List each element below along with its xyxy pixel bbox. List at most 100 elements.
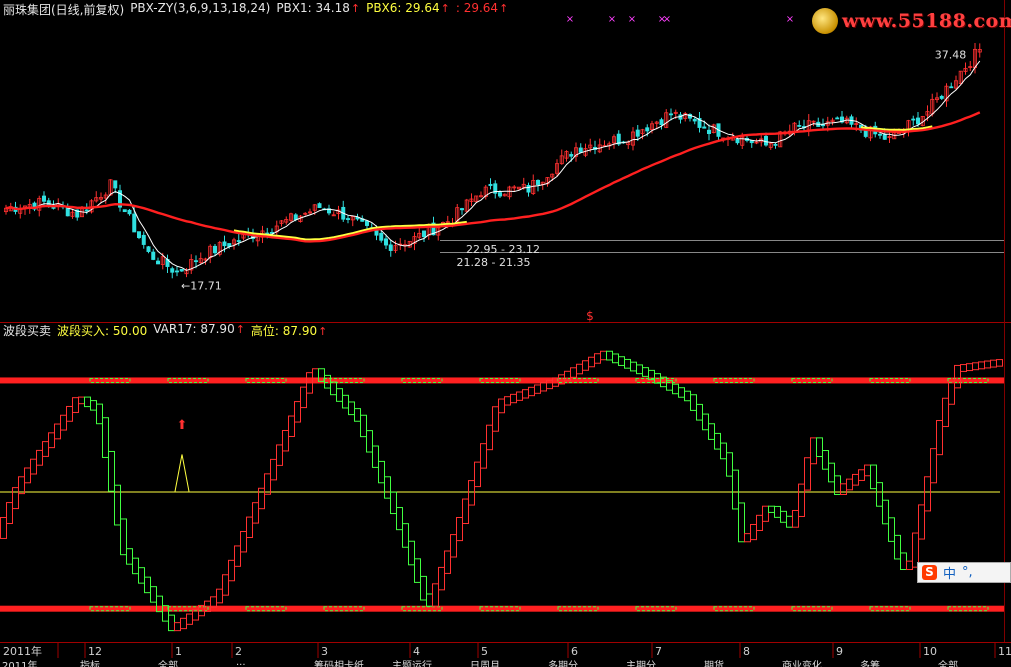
candle-body [669, 113, 674, 116]
oscillator-step [954, 364, 961, 389]
candle-body [702, 126, 707, 129]
oscillator-step [462, 498, 469, 525]
candle-body [383, 238, 388, 246]
oscillator-step [894, 534, 901, 560]
oscillator-step [246, 516, 253, 539]
signal-x-marker: × [566, 14, 574, 25]
bottom-tab[interactable]: 指标 [80, 660, 100, 667]
oscillator-step [138, 567, 145, 584]
candle-body [939, 95, 944, 99]
oscillator-step [72, 397, 79, 413]
oscillator-step [744, 533, 751, 543]
candle-body [293, 214, 298, 221]
candle-body [911, 118, 916, 121]
oscillator-step [522, 389, 529, 399]
up-arrow-icon: ↑ [350, 2, 361, 15]
oscillator-step [6, 502, 13, 525]
candle-body [374, 230, 379, 236]
oscillator-step [918, 504, 925, 540]
bottom-tab[interactable]: 全部 [938, 660, 958, 667]
oscillator-step [498, 398, 505, 414]
oscillator-step [678, 387, 685, 398]
bottom-tab[interactable]: ... [236, 660, 246, 667]
bottom-tab[interactable]: 期货 [704, 660, 724, 667]
oscillator [0, 350, 1003, 632]
var17-label: VAR17: 87.90↑ [153, 322, 245, 336]
x-tick-label: 9 [836, 645, 843, 658]
candle-body [569, 154, 574, 157]
candle-body [141, 234, 146, 245]
bottom-tab[interactable]: 商业变化 [782, 660, 822, 667]
oscillator-step [366, 430, 373, 453]
oscillator-step [222, 574, 229, 596]
oscillator-step [312, 368, 319, 380]
oscillator-step [978, 361, 985, 370]
oscillator-step [840, 483, 847, 496]
candle-body [949, 86, 954, 89]
oscillator-step [702, 413, 709, 431]
indicator-header: 波段买卖 波段买入: 50.00 VAR17: 87.90↑ 高位: 87.90… [3, 322, 327, 339]
ime-punct[interactable]: °, [962, 565, 973, 580]
oscillator-step [444, 550, 451, 574]
oscillator-step [120, 518, 127, 556]
oscillator-step [774, 505, 781, 518]
oscillator-step [414, 558, 421, 583]
ime-toolbar[interactable]: S 中 °, [917, 562, 1011, 583]
oscillator-step [60, 414, 67, 431]
ma-long-line [5, 111, 981, 243]
x-tick-label: 1 [175, 645, 182, 658]
oscillator-step [270, 458, 277, 481]
oscillator-step [474, 461, 481, 488]
oscillator-step [54, 423, 61, 440]
oscillator-step [36, 449, 43, 466]
oscillator-step [636, 364, 643, 375]
bottom-tab[interactable]: 全部 [158, 660, 178, 667]
price-annotation: 21.28 - 21.35 [457, 256, 531, 269]
oscillator-step [690, 394, 697, 411]
high-label: 高位: 87.90↑ [250, 324, 328, 338]
bottom-tab[interactable]: 主题运行 [392, 660, 432, 667]
oscillator-step [804, 457, 811, 491]
candle-body [916, 117, 921, 125]
oscillator-step [726, 452, 733, 477]
oscillator-step [570, 367, 577, 378]
oscillator-step [48, 432, 55, 449]
candle-body [127, 209, 132, 215]
ime-lang[interactable]: 中 [943, 563, 956, 582]
oscillator-step [18, 476, 25, 495]
x-tick-label: 6 [571, 645, 578, 658]
bottom-tab[interactable]: 多期分 [548, 660, 578, 667]
bottom-tab[interactable]: 多筹 [860, 660, 880, 667]
oscillator-step [114, 484, 121, 526]
bottom-tab[interactable]: 2011年 [2, 660, 37, 667]
oscillator-step [372, 445, 379, 468]
logo-text: www.55188.com [842, 10, 1011, 32]
oscillator-step [252, 502, 259, 524]
oscillator-step [846, 478, 853, 491]
candle-body [155, 260, 160, 265]
candle-body [388, 244, 393, 251]
candle-body [735, 138, 740, 144]
bottom-tab[interactable]: 日周月 [470, 660, 500, 667]
site-logo: www.55188.com [812, 8, 1011, 38]
oscillator-step [456, 517, 463, 542]
bottom-tab[interactable]: 主期分 [626, 660, 656, 667]
bottom-tab[interactable]: 筹码相卡纸 [314, 660, 364, 667]
candle-body [379, 232, 384, 241]
price-header: 丽珠集团(日线,前复权) PBX-ZY(3,6,9,13,18,24) PBX1… [3, 1, 508, 18]
oscillator-step [630, 361, 637, 372]
oscillator-step [786, 515, 793, 528]
oscillator-step [858, 469, 865, 481]
oscillator-step [180, 617, 187, 630]
oscillator-step [750, 523, 757, 541]
oscillator-step [30, 458, 37, 475]
bottom-tabs: 2011年 指标 全部... 筹码相卡纸 主题运行 日周月 多期分 主期分 期货 商业变化 多筹 全部 [0, 660, 1011, 667]
oscillator-step [144, 576, 151, 594]
oscillator-step [852, 473, 859, 486]
candle-body [659, 119, 664, 126]
oscillator-step [294, 401, 301, 423]
ime-logo-icon[interactable]: S [922, 565, 937, 580]
candle-body [345, 218, 350, 220]
oscillator-step [234, 545, 241, 567]
oscillator-step [720, 442, 727, 460]
